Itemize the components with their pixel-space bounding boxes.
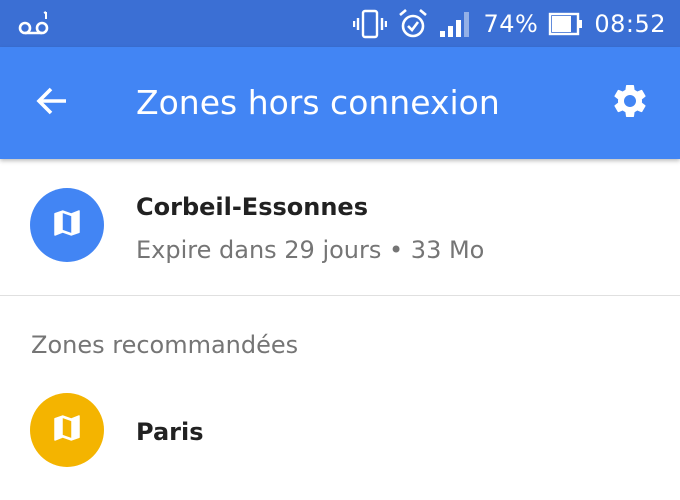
list-item-paris[interactable]: Paris — [0, 384, 680, 484]
battery-icon — [548, 11, 584, 37]
battery-percent: 74% — [483, 9, 539, 38]
signal-icon — [439, 9, 473, 39]
vibrate-icon — [353, 9, 388, 39]
back-arrow-icon — [35, 86, 69, 120]
alarm-icon — [397, 8, 429, 40]
gear-icon — [610, 81, 650, 125]
area-details: Expire dans 29 jours • 33 Mo — [136, 236, 485, 264]
area-avatar — [30, 393, 104, 467]
map-icon — [50, 411, 84, 449]
clock: 08:52 — [594, 9, 666, 38]
area-name: Paris — [136, 418, 204, 446]
area-avatar — [30, 188, 104, 262]
settings-button[interactable] — [604, 77, 656, 129]
area-name: Corbeil-Essonnes — [136, 193, 368, 221]
back-button[interactable] — [24, 77, 80, 129]
map-icon — [50, 206, 84, 244]
status-bar: 74% 08:52 — [0, 0, 680, 47]
status-icons: 74% 08:52 — [353, 0, 666, 47]
list-item-corbeil-essonnes[interactable]: Corbeil-Essonnes Expire dans 29 jours • … — [0, 159, 680, 295]
page-title: Zones hors connexion — [136, 83, 500, 122]
divider — [0, 295, 680, 296]
app-bar: Zones hors connexion — [0, 47, 680, 159]
section-header-recommended: Zones recommandées — [31, 331, 299, 359]
voicemail-icon — [18, 10, 52, 38]
